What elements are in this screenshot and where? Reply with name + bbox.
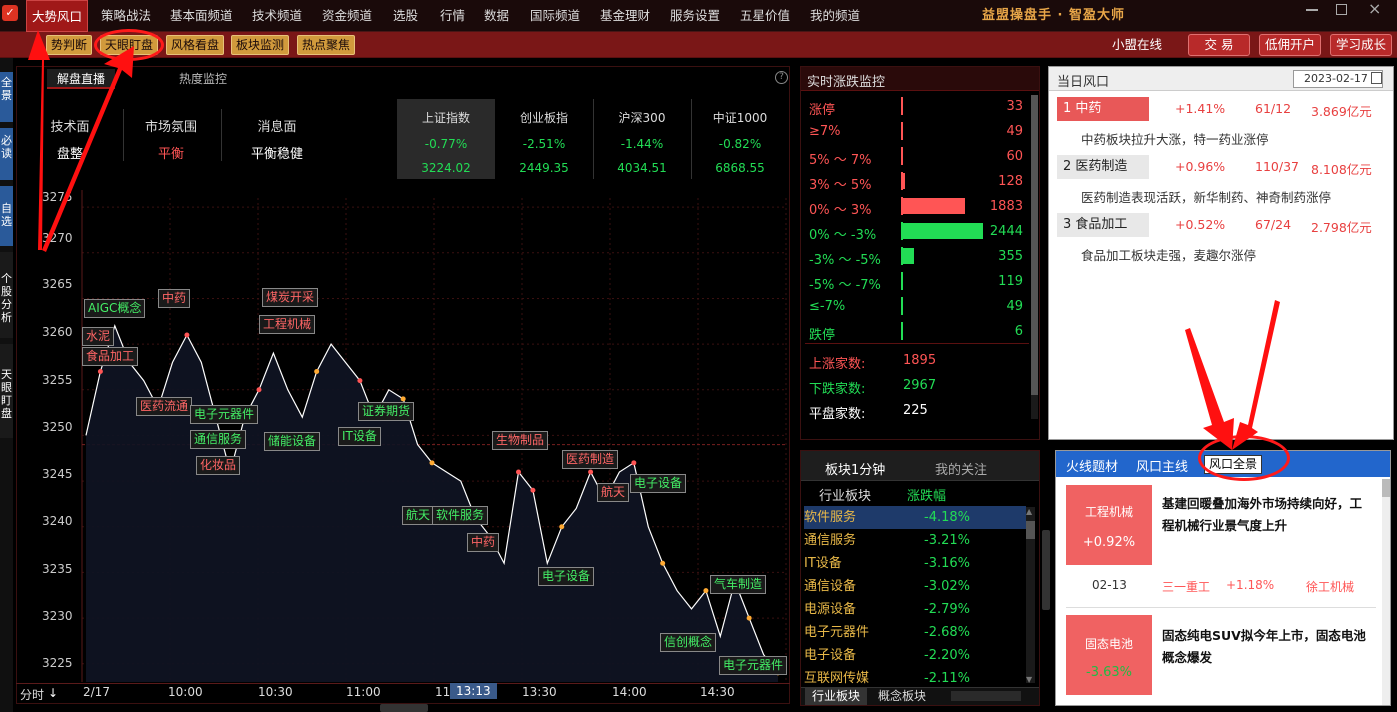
red-arrow [28,30,50,250]
red-arrow [1185,328,1234,450]
red-arrow [42,46,134,252]
red-arrow [1232,300,1280,450]
red-arrows-overlay [28,30,1280,450]
bottom-splitter[interactable] [380,704,428,712]
